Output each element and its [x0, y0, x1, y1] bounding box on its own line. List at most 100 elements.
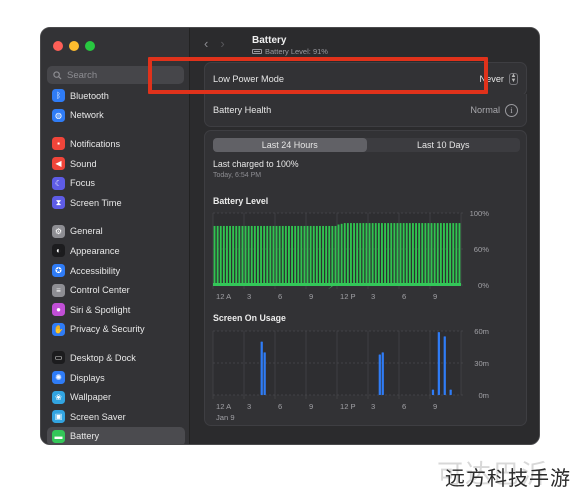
- sidebar-item-wallpaper[interactable]: ❀ Wallpaper: [47, 387, 185, 407]
- charging-bolt-icon: ⚡: [328, 282, 334, 292]
- data-bar: [433, 223, 436, 285]
- data-bar: [263, 352, 266, 395]
- control-center-icon: ≡: [52, 283, 65, 297]
- data-bar: [346, 223, 349, 285]
- data-bar: [365, 223, 368, 285]
- appearance-icon: ◐: [52, 244, 65, 258]
- data-bar: [269, 225, 272, 285]
- sidebar-item-network[interactable]: ◍ Network: [47, 106, 185, 126]
- data-bar: [430, 223, 433, 285]
- data-bar: [260, 341, 263, 395]
- sidebar-item-label: Wallpaper: [70, 392, 112, 403]
- search-icon: [53, 70, 62, 80]
- low-power-highlight-box: [148, 57, 488, 94]
- info-icon[interactable]: i: [505, 103, 518, 117]
- sun-icon: ✺: [52, 371, 65, 385]
- data-bar: [288, 225, 290, 285]
- sidebar-item-screen-time[interactable]: ⧗ Screen Time: [47, 193, 185, 213]
- tab-last-10-days[interactable]: Last 10 Days: [367, 138, 521, 152]
- data-bar: [374, 223, 377, 285]
- data-bar: [427, 223, 430, 285]
- siri-icon: ●: [52, 303, 65, 317]
- x-tick-label: 9: [309, 292, 313, 301]
- y-tick-label: 60m: [474, 327, 489, 336]
- sidebar-item-control-center[interactable]: ≡ Control Center: [47, 280, 185, 300]
- close-button[interactable]: [53, 41, 63, 51]
- x-tick-label: 12 P: [340, 292, 356, 301]
- screen-saver-icon: ▣: [52, 410, 65, 424]
- sidebar-item-appearance[interactable]: ◐ Appearance: [47, 241, 185, 261]
- data-bar: [309, 225, 312, 285]
- x-sub-label: Jan 9: [216, 413, 235, 422]
- bluetooth-icon: ᛒ: [52, 89, 65, 103]
- data-bar: [325, 225, 328, 285]
- data-bar: [424, 223, 427, 285]
- sidebar-item-label: Focus: [70, 178, 96, 189]
- data-bar: [272, 225, 275, 285]
- sidebar-item-focus[interactable]: ☾ Focus: [47, 173, 185, 193]
- sidebar-item-sound[interactable]: ◀ Sound: [47, 154, 185, 174]
- sidebar-item-label: Screen Saver: [70, 411, 126, 422]
- x-tick-label: 12 A: [216, 402, 232, 411]
- data-bar: [449, 223, 452, 285]
- forward-chevron-icon[interactable]: ›: [220, 37, 224, 50]
- sidebar-nav: ᛒ Bluetooth ◍ Network ▪ Notifications ◀ Sound ☾ F…: [47, 86, 185, 444]
- x-tick-label: 6: [278, 292, 282, 301]
- sidebar-item-label: General: [70, 226, 103, 237]
- data-bar: [378, 354, 381, 395]
- data-bar: [381, 352, 384, 395]
- y-tick-label: 60%: [474, 245, 489, 254]
- data-bar: [452, 223, 455, 285]
- toolbar: ‹ › Battery Battery Level: 91%: [190, 28, 539, 58]
- data-bar: [390, 223, 393, 285]
- battery-health-card: Battery Health Normal i: [204, 94, 527, 127]
- data-bar: [431, 389, 435, 395]
- window-controls: [53, 41, 95, 51]
- data-bar: [250, 225, 253, 285]
- y-tick-label: 0%: [478, 281, 489, 290]
- sidebar-item-notifications[interactable]: ▪ Notifications: [47, 134, 185, 154]
- tab-last-24-hours[interactable]: Last 24 Hours: [213, 138, 367, 152]
- sidebar-item-screen-saver[interactable]: ▣ Screen Saver: [47, 407, 185, 427]
- sidebar-item-siri-spotlight[interactable]: ● Siri & Spotlight: [47, 300, 185, 320]
- sidebar-item-label: Notifications: [70, 138, 121, 149]
- sidebar-item-displays[interactable]: ✺ Displays: [47, 368, 185, 388]
- data-bar: [393, 223, 396, 285]
- data-bar: [446, 223, 448, 285]
- x-tick-label: 9: [433, 402, 437, 411]
- gear-icon: ⚙: [52, 224, 65, 238]
- sidebar-item-accessibility[interactable]: ✪ Accessibility: [47, 261, 185, 281]
- data-bar: [232, 225, 235, 285]
- dock-icon: ▭: [52, 351, 65, 365]
- sidebar-item-label: Displays: [70, 372, 105, 383]
- data-bar: [418, 223, 421, 285]
- data-bar: [235, 225, 238, 285]
- up-down-chevron-icon: ▲ ▼: [509, 73, 518, 85]
- data-bar: [458, 223, 461, 285]
- data-bar: [421, 223, 424, 285]
- usage-card: Last 24 Hours Last 10 Days Last charged …: [204, 130, 527, 426]
- back-chevron-icon[interactable]: ‹: [204, 37, 208, 50]
- zoom-button[interactable]: [85, 41, 95, 51]
- sidebar-item-label: Desktop & Dock: [70, 352, 136, 363]
- sidebar-item-general[interactable]: ⚙ General: [47, 222, 185, 242]
- data-bar: [443, 223, 445, 285]
- sidebar-item-desktop-dock[interactable]: ▭ Desktop & Dock: [47, 348, 185, 368]
- x-tick-label: 12 A: [216, 292, 232, 301]
- data-bar: [384, 223, 386, 285]
- sidebar-item-battery[interactable]: ▬ Battery: [47, 426, 185, 444]
- data-bar: [334, 225, 337, 285]
- data-bar: [244, 225, 247, 285]
- data-bar: [381, 223, 383, 285]
- data-bar: [266, 225, 269, 285]
- data-bar: [353, 223, 355, 285]
- hourglass-icon: ⧗: [52, 196, 65, 210]
- x-tick-label: 6: [278, 402, 282, 411]
- minimize-button[interactable]: [69, 41, 79, 51]
- data-bar: [322, 225, 324, 285]
- data-bar: [291, 225, 293, 285]
- data-bar: [315, 225, 318, 285]
- sidebar-item-privacy-security[interactable]: ✋ Privacy & Security: [47, 320, 185, 340]
- screen-usage-chart-title: Screen On Usage: [213, 313, 286, 323]
